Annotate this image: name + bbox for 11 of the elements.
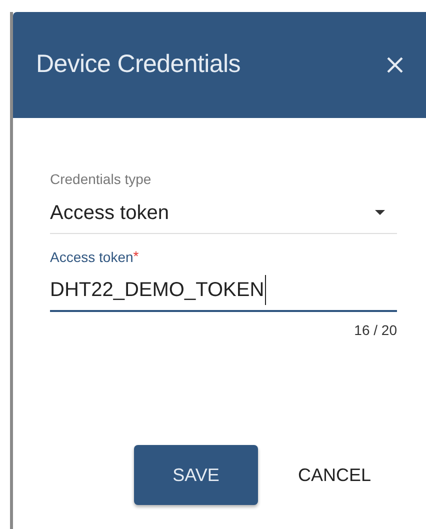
save-button[interactable]: SAVE xyxy=(134,445,258,505)
required-mark: * xyxy=(133,248,139,264)
input-field[interactable]: DHT22_DEMO_TOKEN xyxy=(50,270,397,312)
dropdown-caret-icon[interactable] xyxy=(375,210,385,215)
select-field[interactable]: Access token xyxy=(50,192,397,234)
dialog-title: Device Credentials xyxy=(36,49,240,80)
field-label: Access token xyxy=(50,248,134,267)
field-label: Credentials type xyxy=(50,170,152,189)
cancel-button[interactable]: CANCEL xyxy=(294,454,376,496)
character-counter: 16 / 20 xyxy=(354,322,397,338)
close-icon[interactable] xyxy=(386,56,404,74)
